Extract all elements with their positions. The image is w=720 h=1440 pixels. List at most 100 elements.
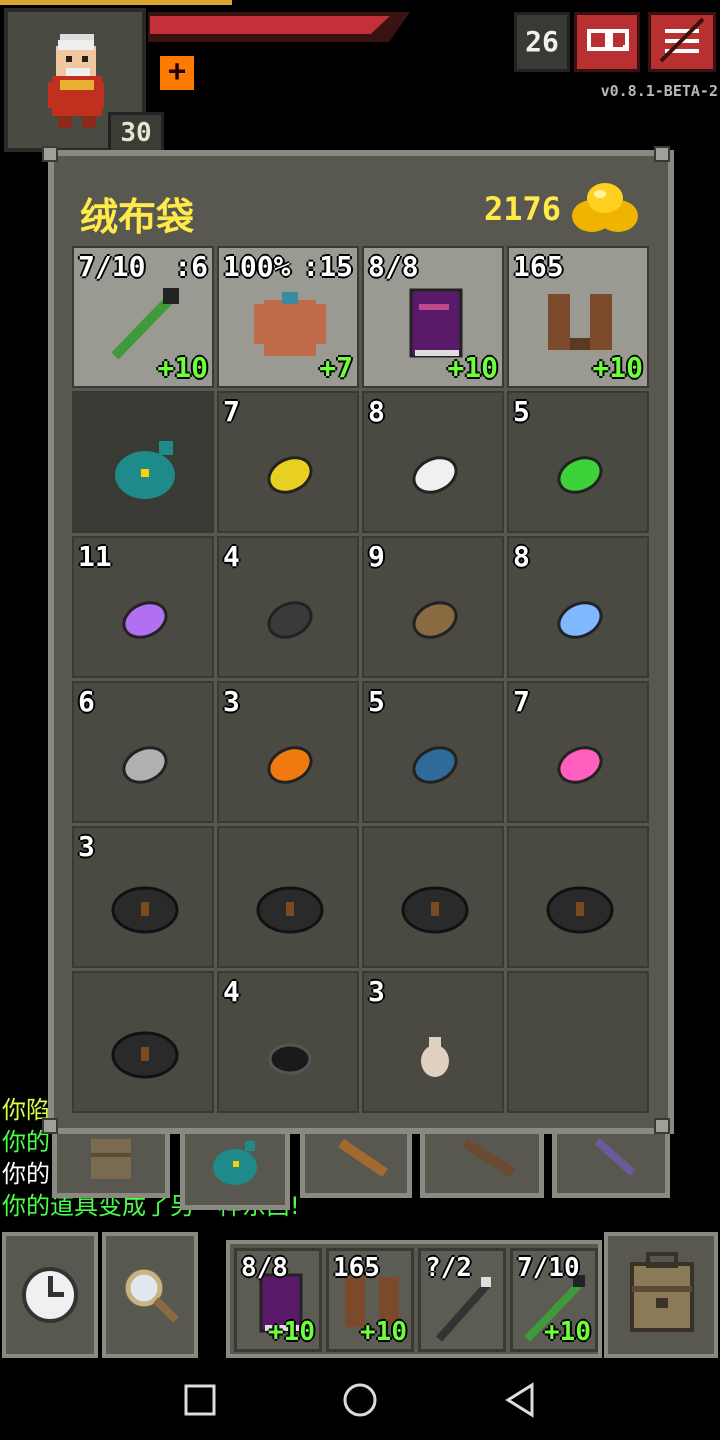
inventory-slot[interactable]: 7: [217, 391, 359, 533]
log-line: 你的: [2, 1160, 50, 1188]
quiver-icon: [338, 1138, 388, 1178]
equipped-slot-artifact-book[interactable]: 8/8 +10: [362, 246, 504, 388]
buff-icon[interactable]: +: [160, 56, 194, 90]
wait-button[interactable]: [2, 1232, 98, 1358]
inventory-slot[interactable]: [507, 826, 649, 968]
home-icon[interactable]: [340, 1380, 380, 1420]
item-quantity: 11: [78, 540, 112, 573]
runestone-5-icon: [111, 1031, 179, 1079]
backpack-icon: [91, 1139, 131, 1179]
inventory-slot[interactable]: [362, 826, 504, 968]
inventory-slot[interactable]: 5: [362, 681, 504, 823]
inventory-slot[interactable]: 4: [217, 536, 359, 678]
inventory-slot[interactable]: [72, 391, 214, 533]
item-quantity: 3: [78, 830, 95, 863]
scroll-holder-icon: [462, 1138, 516, 1178]
tab-scroll-holder[interactable]: [420, 1128, 544, 1198]
tab-velvet-pouch[interactable]: [180, 1128, 290, 1210]
inventory-slot[interactable]: 3: [362, 971, 504, 1113]
item-quantity: 7: [513, 685, 530, 718]
window-corner: [42, 146, 58, 162]
item-strength: :15: [302, 250, 353, 283]
green-seed-icon: [557, 456, 603, 494]
version-label: v0.8.1-BETA-2: [600, 82, 718, 100]
status-bar: + 30 26 v0.8.1-BETA-2: [0, 0, 720, 160]
quickslot-book[interactable]: 8/8 +10: [234, 1248, 322, 1352]
inventory-slot[interactable]: 4: [217, 971, 359, 1113]
item-charge: ?/2: [425, 1253, 472, 1283]
pink-seed-icon: [557, 746, 603, 784]
dark-seed-icon: [267, 601, 313, 639]
search-button[interactable]: [102, 1232, 198, 1358]
equipped-slot-armor[interactable]: 100%:15 +7: [217, 246, 359, 388]
inventory-slot[interactable]: [507, 971, 649, 1113]
inventory-button[interactable]: [604, 1232, 718, 1358]
runestone-3-icon: [401, 886, 469, 934]
navy-seed-icon: [412, 746, 458, 784]
equipped-slot-weapon[interactable]: 7/10:6 +10: [72, 246, 214, 388]
quickslot-wand[interactable]: ?/2: [418, 1248, 506, 1352]
armor-icon: [254, 292, 326, 356]
back-icon[interactable]: [500, 1380, 540, 1420]
system-navigation-bar: [0, 1360, 720, 1440]
item-quantity: 4: [223, 975, 240, 1008]
runestone-2-icon: [256, 886, 324, 934]
journal-icon: [587, 29, 629, 51]
item-quantity: 5: [513, 395, 530, 428]
bag-title: 绒布袋: [80, 195, 195, 239]
item-upgrade-level: +10: [447, 351, 498, 384]
gold-amount: 2176: [484, 190, 562, 228]
item-charge: 165: [513, 250, 564, 283]
inventory-slot[interactable]: 8: [507, 536, 649, 678]
wand-holster-icon: [594, 1138, 636, 1176]
item-upgrade-level: +10: [157, 351, 208, 384]
item-charge: 100%: [223, 250, 291, 283]
item-charge: 165: [333, 1253, 380, 1283]
item-quantity: 9: [368, 540, 385, 573]
item-quantity: 3: [223, 685, 240, 718]
item-upgrade-level: +10: [544, 1317, 591, 1347]
tab-backpack[interactable]: [52, 1128, 170, 1198]
item-charge: 7/10: [517, 1253, 580, 1283]
purple-seed-icon: [122, 601, 168, 639]
recents-icon[interactable]: [180, 1380, 220, 1420]
item-upgrade-level: +10: [360, 1317, 407, 1347]
experience-bar: [0, 0, 232, 5]
menu-button[interactable]: [648, 12, 716, 72]
quickslot-weapon[interactable]: 7/10 +10: [510, 1248, 598, 1352]
equipped-slot-boots[interactable]: 165 +10: [507, 246, 649, 388]
black-stone-icon: [268, 1043, 312, 1075]
item-charge: 7/10: [78, 250, 146, 283]
tab-quiver[interactable]: [300, 1128, 412, 1198]
yellow-seed-icon: [267, 456, 313, 494]
window-corner: [42, 1118, 58, 1134]
pouch-icon: [213, 1141, 257, 1185]
gold-pile-icon: [572, 183, 638, 232]
velvet-pouch-icon: [115, 441, 175, 499]
blue-seed-icon: [557, 601, 603, 639]
inventory-slot[interactable]: 5: [507, 391, 649, 533]
inventory-slot[interactable]: 3: [72, 826, 214, 968]
quickslot-boots[interactable]: 165 +10: [326, 1248, 414, 1352]
tab-wand-holster[interactable]: [552, 1128, 670, 1198]
item-quantity: 8: [368, 395, 385, 428]
runestone-1-icon: [111, 886, 179, 934]
inventory-slot[interactable]: 9: [362, 536, 504, 678]
journal-button[interactable]: [574, 12, 640, 72]
magnifier-icon: [125, 1269, 179, 1323]
small-potion-icon: [421, 1037, 449, 1077]
inventory-slot[interactable]: 3: [217, 681, 359, 823]
inventory-slot[interactable]: 7: [507, 681, 649, 823]
inventory-slot[interactable]: [72, 971, 214, 1113]
item-quantity: 8: [513, 540, 530, 573]
inventory-slot[interactable]: 8: [362, 391, 504, 533]
window-corner: [654, 1118, 670, 1134]
inventory-slot[interactable]: [217, 826, 359, 968]
inventory-slot[interactable]: 6: [72, 681, 214, 823]
health-bar-fill: [150, 16, 390, 34]
brown-seed-icon: [412, 601, 458, 639]
depth-indicator: 26: [514, 12, 570, 72]
runestone-4-icon: [546, 886, 614, 934]
inventory-slot[interactable]: 11: [72, 536, 214, 678]
item-quantity: 4: [223, 540, 240, 573]
